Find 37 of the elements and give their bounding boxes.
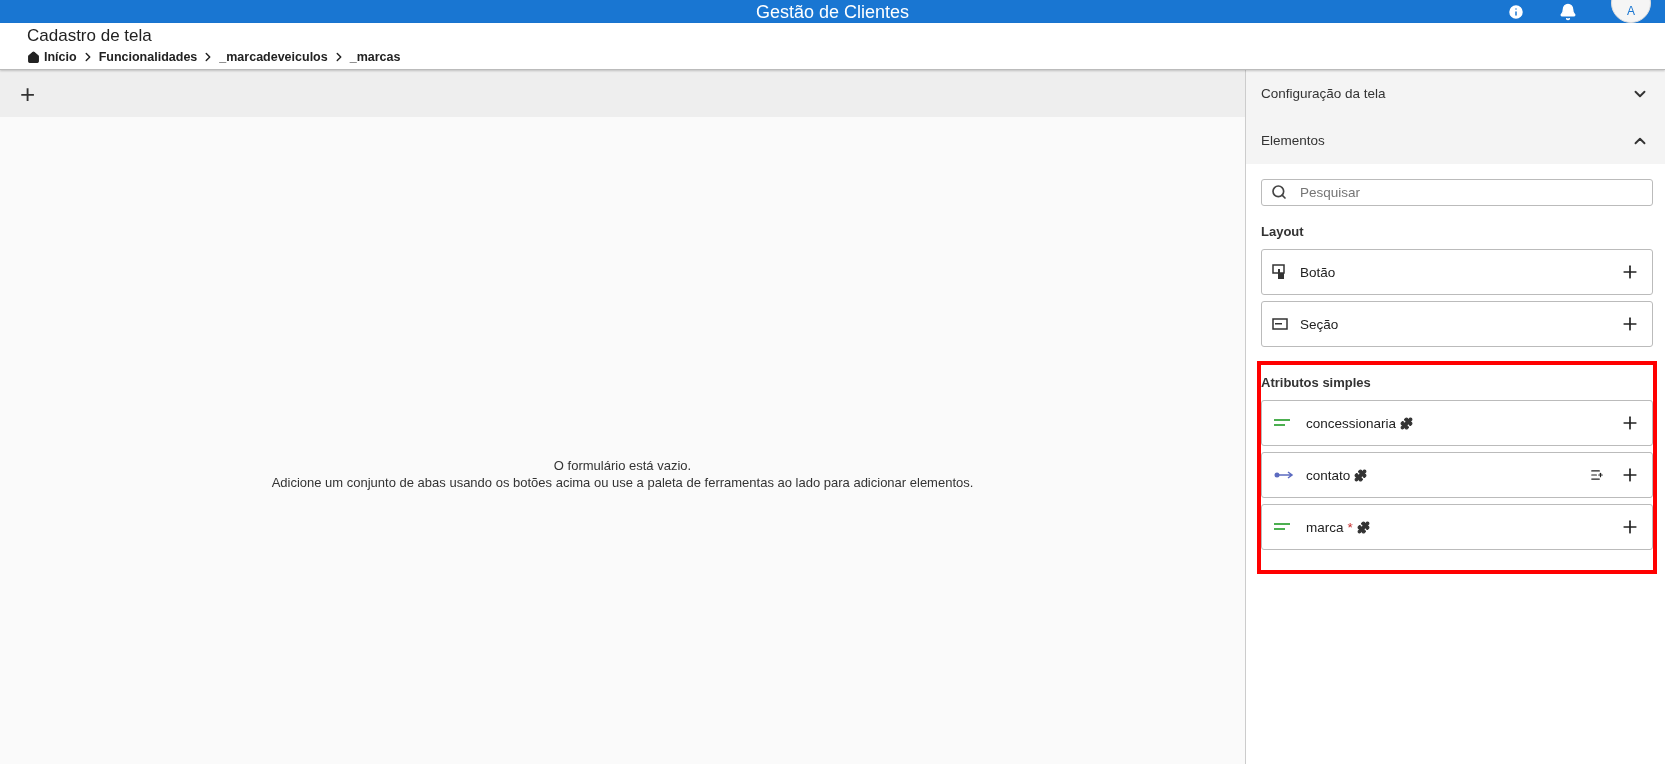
palette-item[interactable]: marca * xyxy=(1261,504,1653,550)
required-mark: * xyxy=(1347,519,1353,535)
attribute-name: marca xyxy=(1306,519,1344,535)
avatar[interactable]: A xyxy=(1611,0,1651,23)
puzzle-icon xyxy=(1356,520,1370,534)
section-icon xyxy=(1272,318,1288,330)
text-lines-icon xyxy=(1274,523,1290,531)
group-title: Layout xyxy=(1261,224,1305,239)
palette-item[interactable]: concessionaria xyxy=(1261,400,1653,446)
accordion-header[interactable]: Elementos xyxy=(1246,117,1665,164)
puzzle-icon xyxy=(1400,416,1414,430)
search-icon xyxy=(1271,184,1287,200)
empty-hint: Adicione um conjunto de abas usando os botões acima ou use a paleta de ferramentas ao lado para adicionar elementos. xyxy=(271,473,974,491)
empty-title: O formulário está vazio. xyxy=(553,456,692,474)
puzzle-icon xyxy=(1354,468,1368,482)
page-title: Cadastro de tela xyxy=(27,25,153,47)
group-title: Atributos simples xyxy=(1261,375,1372,390)
search-field[interactable]: Pesquisar xyxy=(1261,179,1653,206)
touch-screen-icon xyxy=(1272,264,1288,280)
home-icon[interactable] xyxy=(27,50,40,64)
bell-icon[interactable] xyxy=(1559,2,1577,21)
palette-item[interactable]: Botão xyxy=(1261,249,1653,295)
text-lines-icon xyxy=(1274,419,1290,427)
accordion-header[interactable]: Configuração da tela xyxy=(1246,70,1665,117)
attribute-name: contato xyxy=(1306,467,1351,483)
info-icon[interactable] xyxy=(1507,2,1525,21)
breadcrumb-link[interactable]: Início xyxy=(44,50,77,64)
list-add-icon[interactable] xyxy=(1590,468,1604,482)
breadcrumb-link[interactable]: Funcionalidades xyxy=(98,50,198,64)
breadcrumb-link[interactable]: _marcas xyxy=(349,50,401,64)
attribute-name: concessionaria xyxy=(1306,415,1397,431)
app-title: Gestão de Clientes xyxy=(755,3,910,21)
breadcrumb-link[interactable]: _marcadeveiculos xyxy=(219,50,328,64)
palette-item[interactable]: Seção xyxy=(1261,301,1653,347)
add-button[interactable]: + xyxy=(16,80,40,107)
palette-item[interactable]: contato xyxy=(1261,452,1653,498)
arrow-link-icon xyxy=(1274,471,1294,479)
